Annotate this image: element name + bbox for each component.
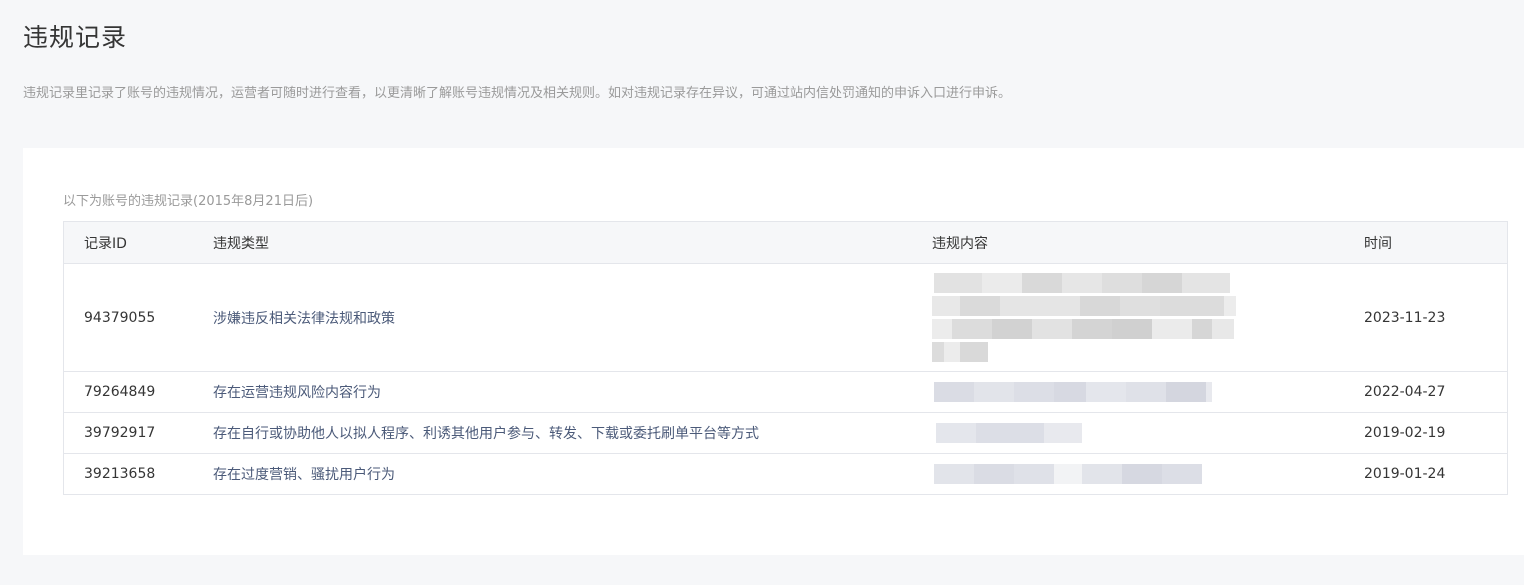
violation-content-redacted [932,464,1364,484]
violation-content-redacted [932,423,1364,443]
record-id: 39792917 [84,425,156,441]
violation-time: 2023-11-23 [1364,309,1446,326]
violation-records-card: 以下为账号的违规记录(2015年8月21日后) 记录ID 违规类型 违规内容 时… [23,148,1524,555]
table-row: 94379055 涉嫌违反相关法律法规和政策 2023-11-23 [64,263,1507,371]
page-title: 违规记录 [23,23,128,52]
violation-type: 存在过度营销、骚扰用户行为 [213,467,395,483]
record-id: 94379055 [84,309,156,326]
violation-type: 涉嫌违反相关法律法规和政策 [213,310,395,327]
violation-type: 存在运营违规风险内容行为 [213,385,381,401]
header-violation-content: 违规内容 [932,235,988,252]
violation-type: 存在自行或协助他人以拟人程序、利诱其他用户参与、转发、下载或委托刷单平台等方式 [213,426,759,442]
record-id: 79264849 [84,384,156,400]
table-row: 79264849 存在运营违规风险内容行为 2022-04-27 [64,371,1507,412]
violation-content-redacted [932,273,1364,362]
table-caption: 以下为账号的违规记录(2015年8月21日后) [63,194,314,209]
header-violation-type: 违规类型 [213,235,269,252]
header-time: 时间 [1364,235,1392,252]
violation-time: 2022-04-27 [1364,384,1446,400]
violation-table: 记录ID 违规类型 违规内容 时间 94379055 涉嫌违反相关法律法规和政策 [63,221,1508,495]
violation-time: 2019-02-19 [1364,425,1446,441]
table-header-row: 记录ID 违规类型 违规内容 时间 [64,222,1507,263]
header-record-id: 记录ID [84,235,127,252]
table-row: 39213658 存在过度营销、骚扰用户行为 2019-01-24 [64,453,1507,494]
page-description: 违规记录里记录了账号的违规情况，运营者可随时进行查看，以更清晰了解账号违规情况及… [23,86,1012,101]
record-id: 39213658 [84,466,156,482]
table-row: 39792917 存在自行或协助他人以拟人程序、利诱其他用户参与、转发、下载或委… [64,412,1507,453]
violation-time: 2019-01-24 [1364,466,1446,482]
violation-content-redacted [932,382,1364,402]
